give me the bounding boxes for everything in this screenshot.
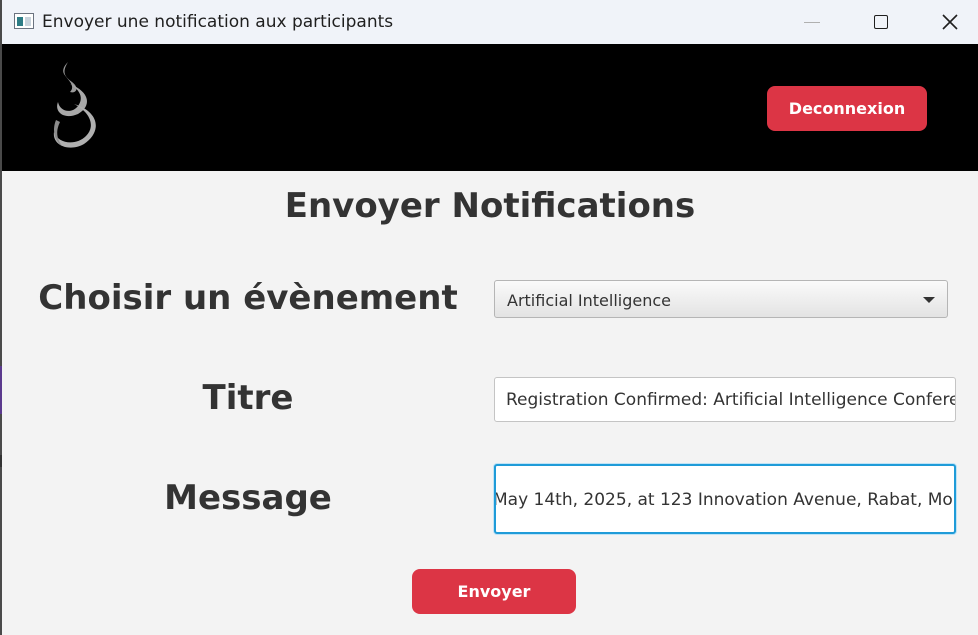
logout-button[interactable]: Deconnexion (767, 86, 927, 131)
title-input-value: Registration Confirmed: Artificial Intel… (506, 390, 956, 410)
message-label: Message (164, 478, 332, 518)
close-button[interactable] (928, 0, 974, 44)
page-title: Envoyer Notifications (284, 186, 696, 226)
event-select[interactable]: Artificial Intelligence (494, 280, 948, 318)
chevron-down-icon (923, 297, 935, 303)
event-select-value: Artificial Intelligence (507, 291, 671, 310)
close-icon (942, 14, 958, 30)
title-input[interactable]: Registration Confirmed: Artificial Intel… (494, 377, 956, 422)
message-input[interactable]: May 14th, 2025, at 123 Innovation Avenue… (494, 464, 956, 534)
message-input-value: May 14th, 2025, at 123 Innovation Avenue… (494, 490, 956, 510)
app-window-icon (14, 13, 34, 29)
window-title: Envoyer une notification aux participant… (42, 12, 394, 32)
maximize-icon (874, 15, 888, 29)
event-label: Choisir un évènement (38, 278, 458, 318)
app-window: Envoyer une notification aux participant… (2, 0, 978, 635)
title-bar[interactable]: Envoyer une notification aux participant… (2, 0, 978, 44)
title-label: Titre (202, 378, 294, 418)
send-button[interactable]: Envoyer (412, 569, 576, 614)
maximize-button[interactable] (858, 0, 904, 44)
app-header: Deconnexion (2, 44, 978, 171)
minimize-button[interactable] (788, 0, 834, 44)
flame-logo-icon (53, 62, 96, 148)
minimize-icon (804, 22, 820, 23)
